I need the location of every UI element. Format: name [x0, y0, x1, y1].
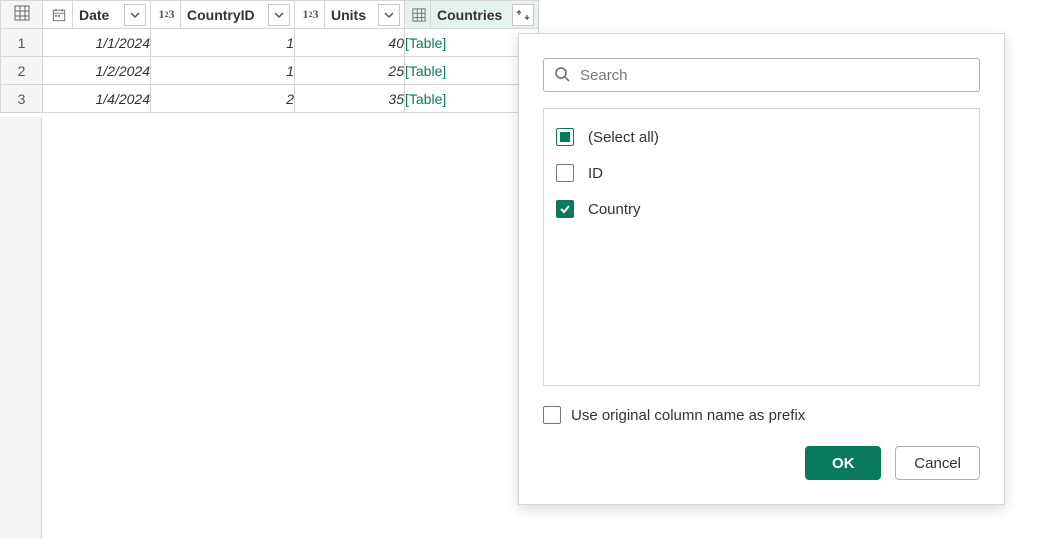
- col-header-units[interactable]: 123 Units: [295, 1, 405, 29]
- button-label: Cancel: [914, 455, 961, 472]
- prefix-option-row[interactable]: Use original column name as prefix: [543, 406, 980, 424]
- search-field[interactable]: [543, 58, 980, 92]
- table-icon: [14, 5, 30, 24]
- expand-column-panel: (Select all) ID Country Use original col…: [518, 33, 1005, 505]
- cell-date[interactable]: 1/2/2024: [43, 57, 151, 85]
- data-table: Date 123 CountryID: [0, 0, 539, 113]
- button-label: OK: [832, 455, 855, 472]
- cell-countryid[interactable]: 2: [151, 85, 295, 113]
- col-name: Countries: [433, 7, 512, 23]
- cell-countryid[interactable]: 1: [151, 57, 295, 85]
- checkbox-checked-icon: [556, 200, 574, 218]
- row-number: 1: [1, 29, 43, 57]
- checkbox-unchecked-icon: [543, 406, 561, 424]
- cell-countryid[interactable]: 1: [151, 29, 295, 57]
- cell-units[interactable]: 25: [295, 57, 405, 85]
- checkbox-indeterminate-icon: [556, 128, 574, 146]
- option-id[interactable]: ID: [556, 155, 967, 191]
- col-header-countryid[interactable]: 123 CountryID: [151, 1, 295, 29]
- table-type-icon: [407, 1, 431, 28]
- row-header-handle[interactable]: [1, 1, 43, 29]
- cancel-button[interactable]: Cancel: [895, 446, 980, 480]
- filter-button-date[interactable]: [124, 4, 146, 26]
- search-input[interactable]: [578, 66, 969, 85]
- expand-button-countries[interactable]: [512, 4, 534, 26]
- option-label: (Select all): [588, 129, 659, 146]
- app-root: Date 123 CountryID: [0, 0, 1051, 539]
- column-options-list: (Select all) ID Country: [543, 108, 980, 386]
- table-row[interactable]: 3 1/4/2024 2 35 [Table]: [1, 85, 539, 113]
- cell-units[interactable]: 40: [295, 29, 405, 57]
- calendar-icon: [45, 1, 73, 28]
- row-number: 3: [1, 85, 43, 113]
- option-label: Country: [588, 201, 641, 218]
- col-name: CountryID: [183, 7, 268, 23]
- option-country[interactable]: Country: [556, 191, 967, 227]
- option-select-all[interactable]: (Select all): [556, 119, 967, 155]
- option-label: ID: [588, 165, 603, 182]
- cell-date[interactable]: 1/1/2024: [43, 29, 151, 57]
- row-number: 2: [1, 57, 43, 85]
- panel-actions: OK Cancel: [543, 446, 980, 480]
- table-row[interactable]: 1 1/1/2024 1 40 [Table]: [1, 29, 539, 57]
- col-header-countries[interactable]: Countries: [405, 1, 539, 29]
- search-icon: [554, 66, 578, 85]
- col-header-date[interactable]: Date: [43, 1, 151, 29]
- cell-units[interactable]: 35: [295, 85, 405, 113]
- filter-button-units[interactable]: [378, 4, 400, 26]
- prefix-label: Use original column name as prefix: [571, 407, 805, 424]
- table-row[interactable]: 2 1/2/2024 1 25 [Table]: [1, 57, 539, 85]
- col-name: Units: [327, 7, 378, 23]
- filter-button-countryid[interactable]: [268, 4, 290, 26]
- cell-date[interactable]: 1/4/2024: [43, 85, 151, 113]
- checkbox-unchecked-icon: [556, 164, 574, 182]
- row-gutter: [0, 117, 42, 539]
- number-type-icon: 123: [153, 1, 181, 28]
- ok-button[interactable]: OK: [805, 446, 881, 480]
- number-type-icon: 123: [297, 1, 325, 28]
- col-name: Date: [75, 7, 124, 23]
